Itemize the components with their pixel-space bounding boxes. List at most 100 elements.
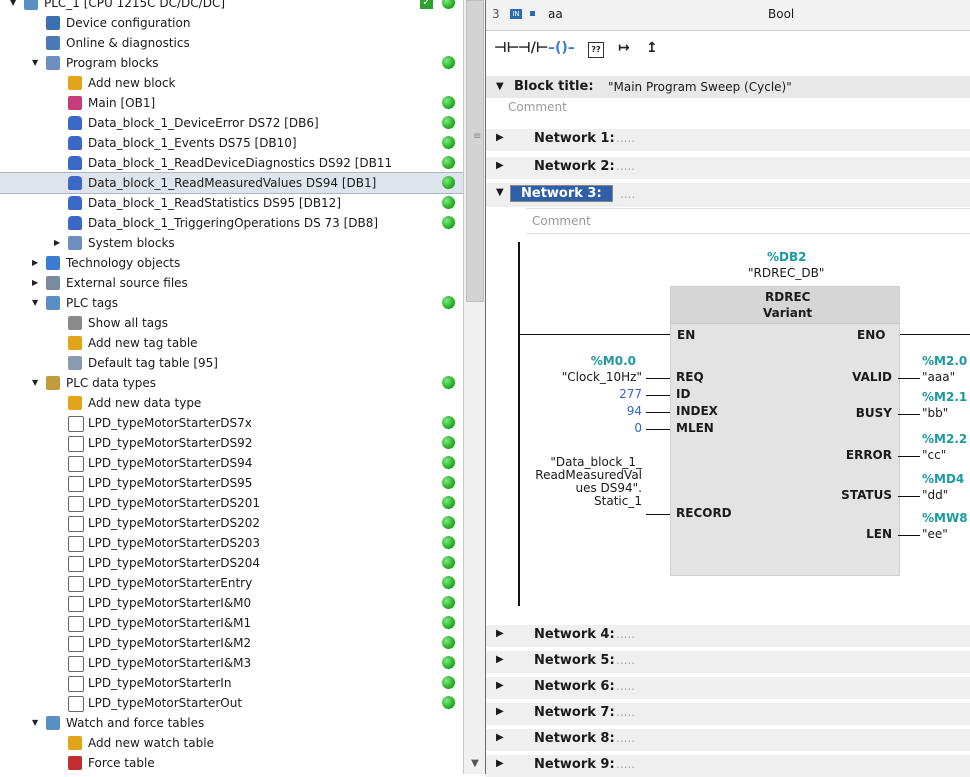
tree-item[interactable]: ▶ External source files [0, 273, 467, 293]
tree-item[interactable]: LPD_typeMotorStarterEntry [0, 573, 467, 593]
network-header[interactable]: ▶ Network 1:..... [486, 128, 970, 151]
expand-down-icon[interactable]: ▼ [32, 53, 42, 73]
tree-item[interactable]: LPD_typeMotorStarterI&M0 [0, 593, 467, 613]
network-header[interactable]: ▶ Network 7:..... [486, 702, 970, 725]
network-3-header[interactable]: ▼ Network 3: .... [486, 182, 970, 207]
tree-item[interactable]: LPD_typeMotorStarterDS92 [0, 433, 467, 453]
tree-item[interactable]: Add new tag table [0, 333, 467, 353]
output-operand[interactable]: "bb" [922, 406, 948, 420]
input-operand[interactable]: "Clock_10Hz" [562, 370, 642, 384]
tree-item[interactable]: LPD_typeMotorStarterDS95 [0, 473, 467, 493]
block-comment[interactable]: Comment [508, 100, 567, 114]
tree-item[interactable]: Device configuration [0, 13, 467, 33]
network-header[interactable]: ▶ Network 6:..... [486, 676, 970, 699]
tree-item[interactable]: Data_block_1_Events DS75 [DB10] [0, 133, 467, 153]
network-title[interactable]: Network 7: [534, 705, 615, 720]
tree-item[interactable]: LPD_typeMotorStarterI&M2 [0, 633, 467, 653]
tree-item[interactable]: ▼ PLC data types [0, 373, 467, 393]
network-header[interactable]: ▶ Network 4:..... [486, 624, 970, 647]
expand-right-icon[interactable]: ▶ [496, 654, 504, 665]
input-operand[interactable]: 0 [634, 421, 642, 435]
tree-item[interactable]: ▶ System blocks [0, 233, 467, 253]
network-title[interactable]: Network 4: [534, 627, 615, 642]
expand-right-icon[interactable]: ▶ [496, 628, 504, 639]
close-branch-icon[interactable]: ↥ [646, 40, 658, 56]
input-operand[interactable]: "Data_block_1_ ReadMeasuredVal ues DS94"… [532, 456, 642, 508]
tree-item[interactable]: LPD_typeMotorStarterDS204 [0, 553, 467, 573]
tree-item[interactable]: ▼ PLC_1 [CPU 1215C DC/DC/DC] ✓ [0, 0, 467, 13]
tree-item[interactable]: LPD_typeMotorStarterDS7x [0, 413, 467, 433]
tree-item[interactable]: LPD_typeMotorStarterOut [0, 693, 467, 713]
collapse-arrow-icon[interactable]: ▼ [496, 81, 504, 92]
tree-scrollbar[interactable]: ≡ ▼ [463, 0, 486, 774]
tree-item[interactable]: Default tag table [95] [0, 353, 467, 373]
tree-item[interactable]: ▶ Technology objects [0, 253, 467, 273]
open-branch-icon[interactable]: ↦ [618, 40, 630, 56]
network-header[interactable]: ▶ Network 8:..... [486, 728, 970, 751]
expand-right-icon[interactable]: ▶ [54, 233, 64, 253]
network-3-title[interactable]: Network 3: [510, 185, 613, 202]
collapse-arrow-icon[interactable]: ▼ [496, 187, 504, 198]
network-header[interactable]: ▶ Network 2:..... [486, 156, 970, 179]
tree-item[interactable]: LPD_typeMotorStarterDS94 [0, 453, 467, 473]
tree-item[interactable]: Online & diagnostics [0, 33, 467, 53]
network-title[interactable]: Network 9: [534, 757, 615, 772]
expand-down-icon[interactable]: ▼ [10, 0, 20, 13]
tree-item[interactable]: Force table [0, 753, 467, 773]
tree-item[interactable]: ▼ Program blocks [0, 53, 467, 73]
network-title[interactable]: Network 2: [534, 159, 615, 174]
input-operand[interactable]: 277 [619, 387, 642, 401]
tree-item[interactable]: Main [OB1] [0, 93, 467, 113]
output-operand[interactable]: "ee" [922, 527, 948, 541]
normally-closed-contact-icon[interactable]: ⊣/⊢ [518, 40, 549, 56]
expand-down-icon[interactable]: ▼ [32, 293, 42, 313]
expand-right-icon[interactable]: ▶ [496, 758, 504, 769]
network-3-comment-box[interactable]: Comment [526, 208, 970, 234]
expand-right-icon[interactable]: ▶ [496, 160, 504, 171]
expand-down-icon[interactable]: ▼ [32, 713, 42, 733]
tree-item[interactable]: Show all tags [0, 313, 467, 333]
scroll-down-icon[interactable]: ▼ [466, 758, 484, 774]
block-variant[interactable]: Variant [763, 306, 812, 320]
tree-item[interactable]: Add new data type [0, 393, 467, 413]
expand-right-icon[interactable]: ▶ [32, 253, 42, 273]
network-title[interactable]: Network 1: [534, 131, 615, 146]
expand-right-icon[interactable]: ▶ [496, 732, 504, 743]
block-title-value[interactable]: "Main Program Sweep (Cycle)" [608, 80, 792, 94]
tree-item[interactable]: Data_block_1_ReadStatistics DS95 [DB12] [0, 193, 467, 213]
tree-item[interactable]: Data_block_1_TriggeringOperations DS 73 … [0, 213, 467, 233]
expand-right-icon[interactable]: ▶ [496, 680, 504, 691]
expand-down-icon[interactable]: ▼ [32, 373, 42, 393]
tree-item[interactable]: LPD_typeMotorStarterIn [0, 673, 467, 693]
network-title[interactable]: Network 5: [534, 653, 615, 668]
tree-item[interactable]: Add new watch table [0, 733, 467, 753]
scrollbar-thumb[interactable]: ≡ [466, 0, 484, 302]
tree-item[interactable]: Data_block_1_ReadDeviceDiagnostics DS92 … [0, 153, 467, 173]
coil-icon[interactable]: –()– [548, 40, 575, 56]
tree-item[interactable]: LPD_typeMotorStarterDS202 [0, 513, 467, 533]
expand-right-icon[interactable]: ▶ [496, 706, 504, 717]
instance-name[interactable]: "RDREC_DB" [748, 266, 824, 280]
network-header[interactable]: ▶ Network 5:..... [486, 650, 970, 673]
expand-right-icon[interactable]: ▶ [32, 273, 42, 293]
tree-item[interactable]: ▼ Watch and force tables [0, 713, 467, 733]
output-operand[interactable]: "cc" [922, 448, 946, 462]
tree-item[interactable]: LPD_typeMotorStarterI&M3 [0, 653, 467, 673]
tree-item[interactable]: ▼ PLC tags [0, 293, 467, 313]
input-operand[interactable]: 94 [627, 404, 642, 418]
tree-item[interactable]: LPD_typeMotorStarterI&M1 [0, 613, 467, 633]
empty-box-icon[interactable]: ?? [588, 42, 604, 58]
normally-open-contact-icon[interactable]: ⊣⊢ [494, 40, 520, 56]
tree-item[interactable]: Add new block [0, 73, 467, 93]
block-title-bar[interactable]: ▼ Block title: "Main Program Sweep (Cycl… [486, 76, 970, 98]
tree-item[interactable]: Data_block_1_ReadMeasuredValues DS94 [DB… [0, 172, 467, 194]
network-title[interactable]: Network 6: [534, 679, 615, 694]
tree-item[interactable]: LPD_typeMotorStarterDS203 [0, 533, 467, 553]
tree-item[interactable]: Data_block_1_DeviceError DS72 [DB6] [0, 113, 467, 133]
output-operand[interactable]: "dd" [922, 488, 948, 502]
network-title[interactable]: Network 8: [534, 731, 615, 746]
interface-row[interactable]: 3 IN aa Bool [486, 0, 970, 31]
expand-right-icon[interactable]: ▶ [496, 132, 504, 143]
tree-item[interactable]: LPD_typeMotorStarterDS201 [0, 493, 467, 513]
output-operand[interactable]: "aaa" [922, 370, 955, 384]
